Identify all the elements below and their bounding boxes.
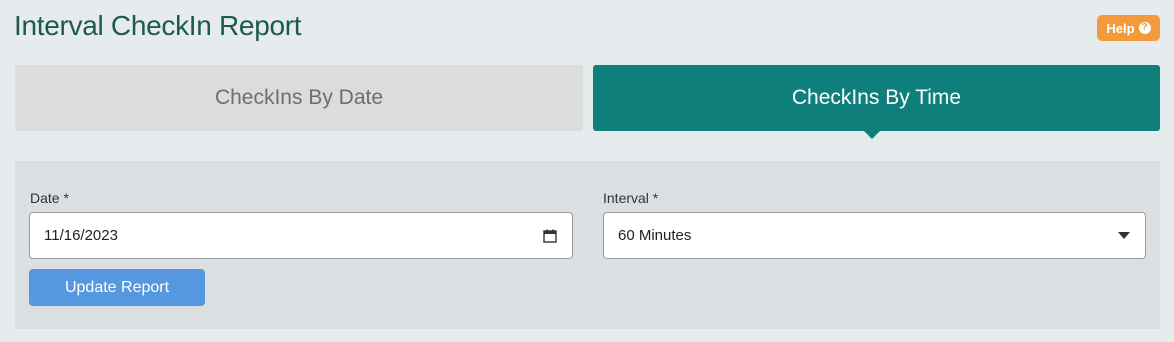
interval-field-label: Interval * [603,190,659,206]
tab-label: CheckIns By Time [791,86,962,109]
tab-checkins-by-date[interactable]: CheckIns By Date [15,65,583,131]
help-label: Help [1106,20,1135,36]
interval-select[interactable]: 60 Minutes [603,212,1146,259]
date-field-label: Date * [30,190,69,206]
calendar-icon[interactable] [543,229,557,243]
date-value: 11/16/2023 [44,227,118,244]
question-circle-icon: ? [1138,22,1151,34]
tab-checkins-by-time[interactable]: CheckIns By Time [593,65,1160,131]
active-tab-pointer [863,130,881,139]
date-input[interactable]: 11/16/2023 [29,212,573,259]
page-title: Interval CheckIn Report [14,10,302,41]
tab-label: CheckIns By Date [214,86,384,109]
help-button[interactable]: Help ? [1097,15,1160,41]
interval-value: 60 Minutes [618,227,692,244]
chevron-down-icon [1118,232,1130,239]
update-report-button[interactable]: Update Report [29,269,205,306]
